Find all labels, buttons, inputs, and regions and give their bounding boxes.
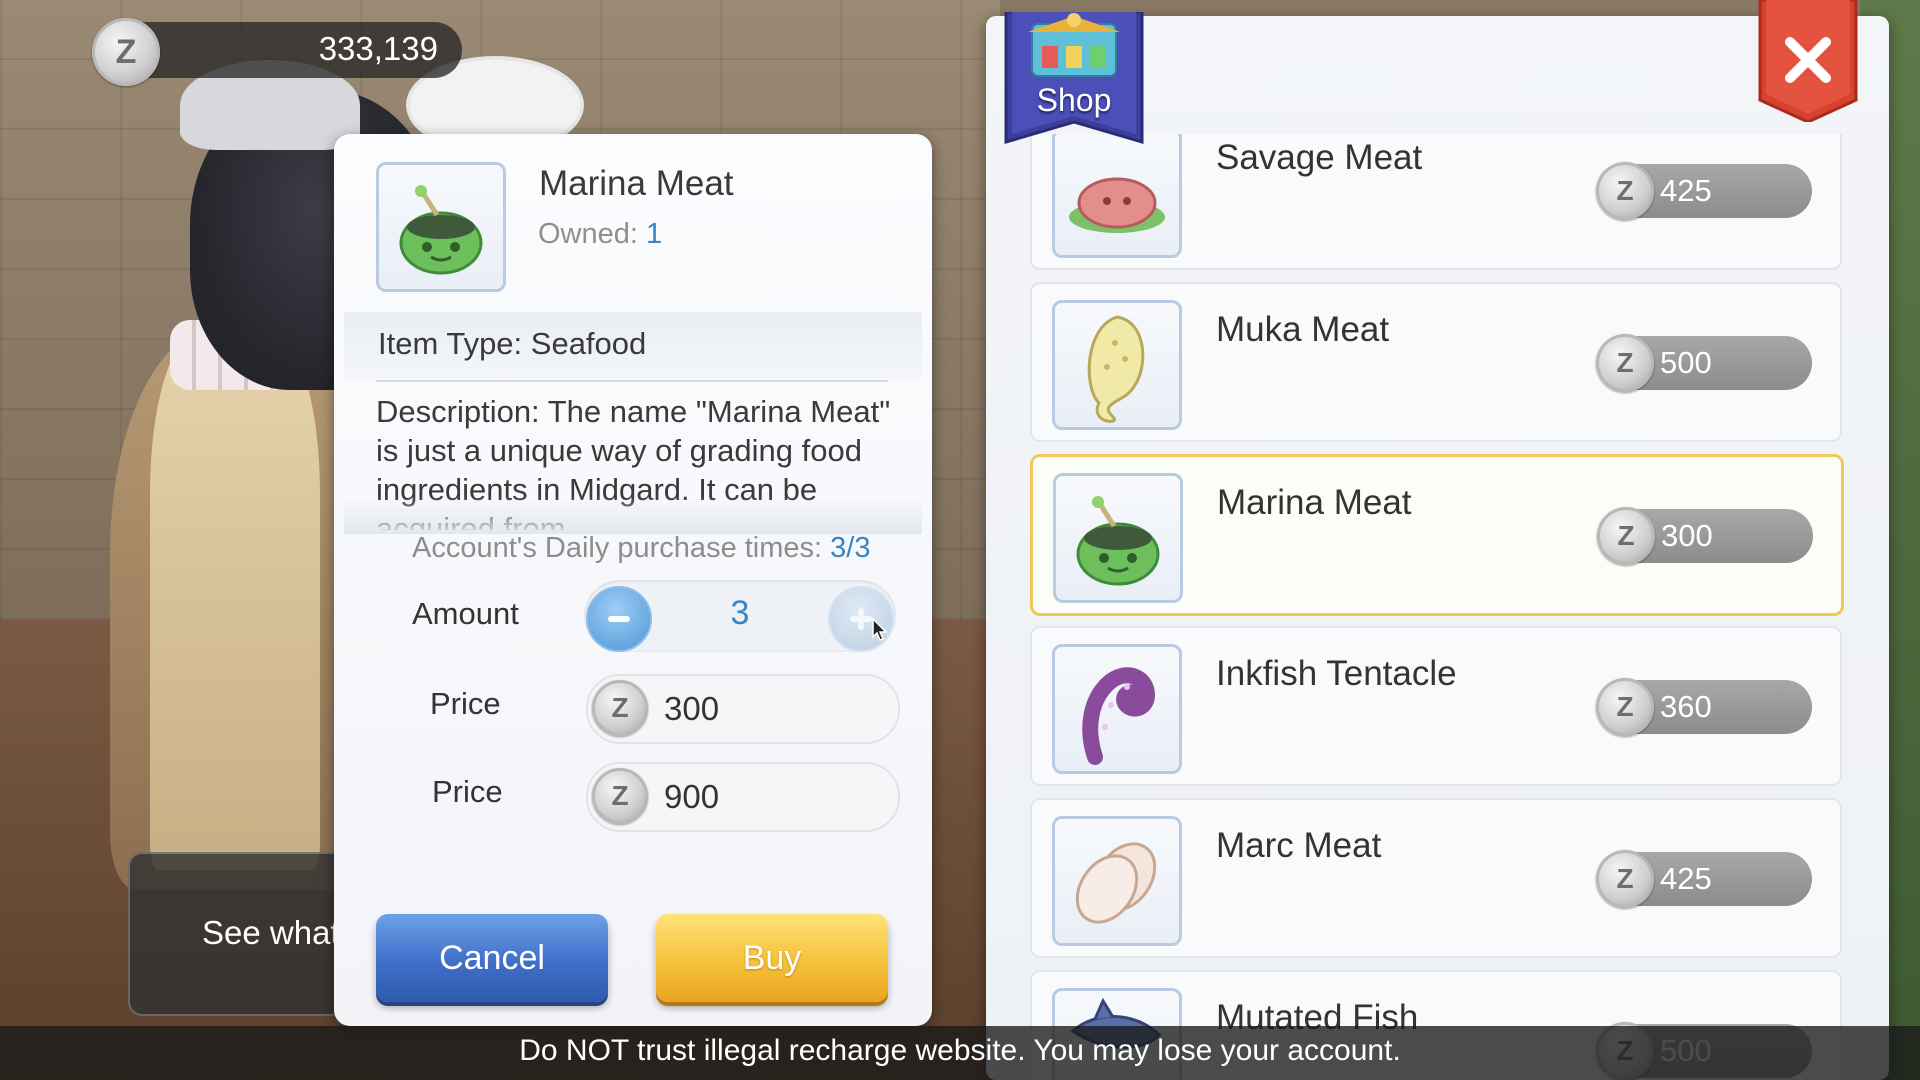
unit-price-label: Price	[430, 686, 501, 721]
purchase-detail-dialog: Marina Meat Owned: 1 Item Type: Seafood …	[334, 134, 932, 1026]
detail-item-name: Marina Meat	[539, 164, 734, 203]
shop-item-price-value: 500	[1660, 345, 1712, 380]
amount-stepper[interactable]: 3	[584, 580, 896, 652]
shop-item-price: Z 425	[1596, 850, 1812, 908]
shop-item-price: Z 500	[1596, 334, 1812, 392]
detail-item-frame	[376, 162, 506, 292]
buy-button[interactable]: Buy	[656, 914, 888, 1002]
owned-count: 1	[646, 218, 663, 250]
unit-price-value: 300	[664, 690, 720, 727]
inkfish-tentacle-icon	[1052, 644, 1182, 774]
shop-item-price-value: 425	[1660, 173, 1712, 208]
zeny-coin-icon: Z	[592, 768, 648, 824]
close-icon	[1758, 0, 1858, 122]
shop-item-price: Z 425	[1596, 162, 1812, 220]
npc-dialog-text: See what	[202, 914, 340, 951]
zeny-coin-icon: Z	[592, 680, 648, 736]
player-character-cloak	[150, 330, 320, 870]
shop-item-name: Savage Meat	[1216, 138, 1423, 177]
shop-panel: Savage Meat Z 425 Muka Meat Z 500 Marina…	[986, 16, 1889, 1080]
unit-price-field: Z 300	[586, 674, 900, 744]
shop-item-price-value: 425	[1660, 861, 1712, 896]
zeny-coin-icon: Z	[92, 18, 160, 86]
shop-item-price: Z 300	[1597, 507, 1813, 565]
zeny-coin-icon: Z	[1596, 162, 1654, 220]
marina-meat-image	[1076, 496, 1160, 586]
warning-notice-bar: Do NOT trust illegal recharge website. Y…	[0, 1026, 1920, 1080]
shop-item-name: Marina Meat	[1217, 483, 1412, 522]
muka-meat-image	[1087, 315, 1145, 423]
shop-item-row[interactable]: Marc Meat Z 425	[1030, 798, 1842, 958]
shop-item-price: Z 360	[1596, 678, 1812, 736]
daily-purchase-label: Account's Daily purchase times:	[412, 532, 823, 564]
marc-meat-icon	[1052, 816, 1182, 946]
shop-item-name: Muka Meat	[1216, 310, 1390, 349]
zeny-coin-icon: Z	[1596, 334, 1654, 392]
warning-notice-text: Do NOT trust illegal recharge website. Y…	[519, 1034, 1401, 1067]
total-price-value: 900	[664, 778, 720, 815]
item-type-band: Item Type: Seafood	[344, 312, 922, 378]
amount-label: Amount	[412, 596, 519, 631]
muka-meat-icon	[1052, 300, 1182, 430]
shop-item-price-value: 360	[1660, 689, 1712, 724]
shop-item-price-value: 300	[1661, 518, 1713, 553]
shop-item-row-selected[interactable]: Marina Meat Z 300	[1030, 454, 1844, 616]
daily-purchase-limit: Account's Daily purchase times: 3/3	[412, 532, 870, 565]
shop-item-row[interactable]: Muka Meat Z 500	[1030, 282, 1842, 442]
marina-meat-icon	[399, 185, 483, 275]
close-shop-button[interactable]	[1758, 0, 1858, 122]
mouse-cursor-icon	[872, 618, 888, 641]
owned-count-row: Owned: 1	[538, 218, 662, 251]
shop-banner: Shop	[1002, 10, 1146, 154]
zeny-coin-icon: Z	[1596, 850, 1654, 908]
owned-label: Owned:	[538, 218, 638, 250]
shop-item-name: Inkfish Tentacle	[1216, 654, 1457, 693]
item-type-text: Item Type: Seafood	[378, 326, 647, 361]
marina-meat-icon	[1053, 473, 1183, 603]
zeny-balance-value: 333,139	[318, 30, 438, 67]
zeny-coin-icon: Z	[1597, 507, 1655, 565]
shop-item-list[interactable]: Savage Meat Z 425 Muka Meat Z 500 Marina…	[986, 134, 1889, 1080]
shop-item-row[interactable]: Savage Meat Z 425	[1030, 134, 1842, 270]
shop-item-name: Marc Meat	[1216, 826, 1382, 865]
total-price-label: Price	[432, 774, 503, 809]
divider	[376, 380, 888, 382]
total-price-field: Z 900	[586, 762, 900, 832]
daily-purchase-value: 3/3	[830, 532, 871, 564]
description-fade	[344, 496, 922, 534]
inkfish-tentacle-image	[1082, 667, 1156, 765]
shop-item-row[interactable]: Inkfish Tentacle Z 360	[1030, 626, 1842, 786]
shop-banner-label: Shop	[1036, 82, 1112, 118]
marc-meat-image	[1075, 842, 1157, 924]
zeny-coin-icon: Z	[1596, 678, 1654, 736]
cancel-button[interactable]: Cancel	[376, 914, 608, 1002]
